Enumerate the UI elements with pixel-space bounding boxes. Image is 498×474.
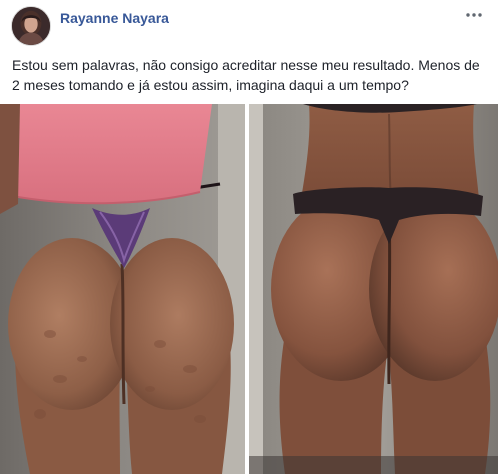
more-options-button[interactable]: [464, 7, 484, 23]
more-horizontal-icon: [466, 13, 482, 17]
facebook-post: Rayanne Nayara Estou sem palavras, não c…: [0, 0, 498, 474]
post-text: Estou sem palavras, não consigo acredita…: [12, 57, 480, 93]
photo-before[interactable]: [0, 104, 245, 474]
post-header: Rayanne Nayara: [0, 0, 498, 52]
photo-before-image: [0, 104, 245, 474]
photo-after[interactable]: [249, 104, 498, 474]
photo-after-image: [249, 104, 498, 474]
author-name-link[interactable]: Rayanne Nayara: [60, 10, 169, 26]
author-avatar[interactable]: [11, 6, 51, 46]
post-photos: [0, 104, 498, 474]
avatar-image: [12, 7, 50, 45]
